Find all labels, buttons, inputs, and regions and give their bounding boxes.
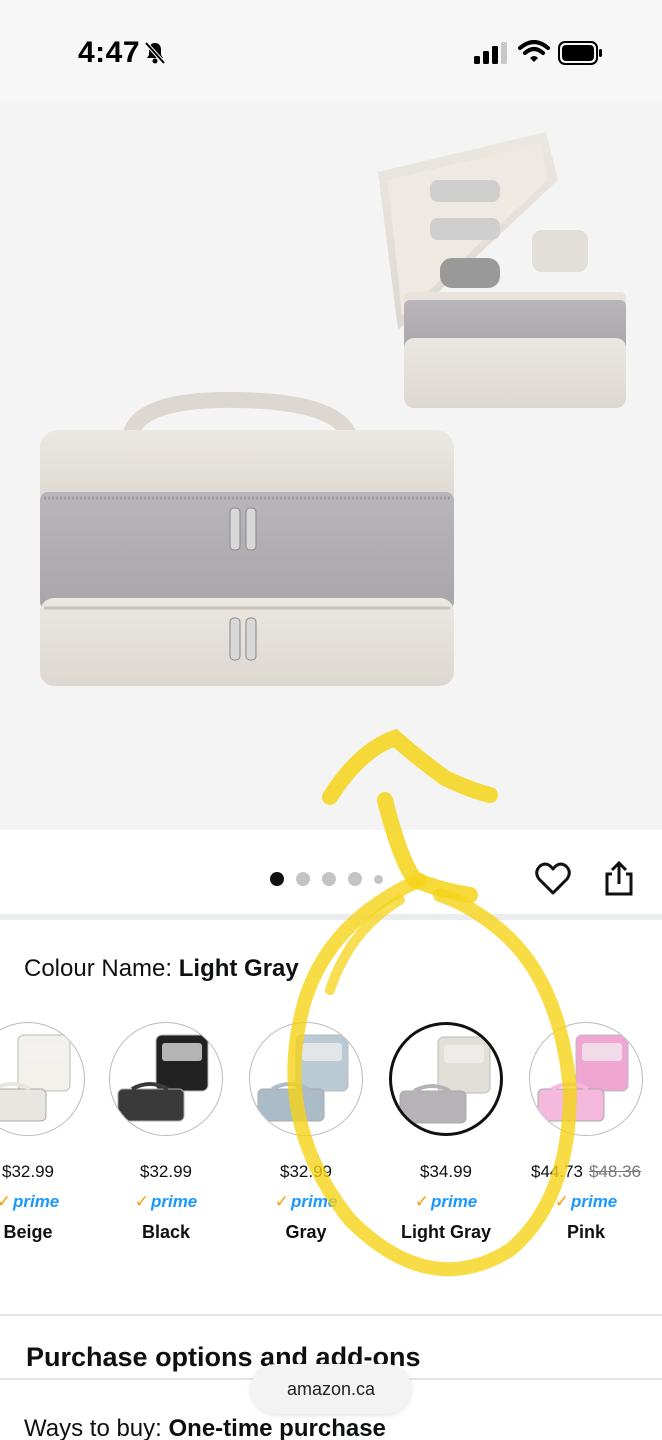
swatch-image[interactable] <box>529 1022 643 1136</box>
colour-swatch-beige[interactable]: $32.99 ✓ prime Beige <box>0 1022 86 1243</box>
old-price-value: $48.36 <box>589 1162 641 1181</box>
prime-check-icon: ✓ <box>414 1192 429 1211</box>
carousel-dot[interactable] <box>270 872 284 886</box>
price-value: $34.99 <box>420 1162 472 1181</box>
prime-check-icon: ✓ <box>0 1192 11 1211</box>
swatch-image[interactable] <box>0 1022 85 1136</box>
prime-badge: ✓ prime <box>248 1192 364 1212</box>
swatch-image[interactable] <box>109 1022 223 1136</box>
ways-to-buy[interactable]: Ways to buy: One-time purchase <box>24 1415 386 1440</box>
heart-icon[interactable] <box>534 860 572 898</box>
section-divider <box>0 1314 662 1316</box>
wifi-icon <box>518 40 550 62</box>
status-bar: 4:47 <box>0 0 662 100</box>
prime-text: prime <box>150 1192 198 1211</box>
price-value: $32.99 <box>280 1162 332 1181</box>
prime-text: prime <box>430 1192 478 1211</box>
prime-badge: ✓ prime <box>528 1192 644 1212</box>
swatch-price: $34.99 <box>388 1162 504 1182</box>
swatch-price: $32.99 <box>108 1162 224 1182</box>
prime-badge: ✓ prime <box>108 1192 224 1212</box>
colour-swatch-light-gray[interactable]: $34.99 ✓ prime Light Gray <box>388 1022 504 1243</box>
status-time: 4:47 <box>78 36 141 69</box>
share-icon[interactable] <box>602 860 636 898</box>
prime-badge: ✓ prime <box>0 1192 86 1212</box>
prime-badge: ✓ prime <box>388 1192 504 1212</box>
swatch-colour-name: Black <box>141 1222 191 1242</box>
prime-check-icon: ✓ <box>274 1192 289 1211</box>
swatch-colour-name: Pink <box>566 1222 605 1242</box>
prime-check-icon: ✓ <box>134 1192 149 1211</box>
cellular-signal-icon <box>474 42 507 64</box>
carousel-dot[interactable] <box>374 874 383 884</box>
carousel-dot[interactable] <box>322 872 336 886</box>
carousel-dot[interactable] <box>348 872 362 886</box>
swatch-colour-name: Light Gray <box>400 1222 491 1242</box>
swatch-image[interactable] <box>389 1022 503 1136</box>
price-value: $32.99 <box>140 1162 192 1181</box>
prime-check-icon: ✓ <box>554 1192 569 1211</box>
price-value: $44.73 <box>531 1162 583 1181</box>
prime-text: prime <box>290 1192 338 1211</box>
selected-colour: Light Gray <box>178 955 299 982</box>
colour-swatch-gray[interactable]: $32.99 ✓ prime Gray <box>248 1022 364 1243</box>
bell-muted-icon <box>144 41 166 65</box>
gallery-actions-bar <box>0 830 662 920</box>
swatch-price: $32.99 <box>248 1162 364 1182</box>
swatch-colour-name: Beige <box>3 1222 53 1242</box>
swatch-colour-name: Gray <box>285 1222 327 1242</box>
carousel-dots[interactable] <box>270 872 383 886</box>
url-bar[interactable]: amazon.ca <box>251 1364 411 1414</box>
price-value: $32.99 <box>2 1162 54 1181</box>
carousel-dot[interactable] <box>296 872 310 886</box>
battery-icon <box>558 41 602 65</box>
product-image <box>40 132 626 686</box>
swatch-image[interactable] <box>249 1022 363 1136</box>
swatch-price: $32.99 <box>0 1162 86 1182</box>
prime-text: prime <box>570 1192 618 1211</box>
colour-swatch-black[interactable]: $32.99 ✓ prime Black <box>108 1022 224 1243</box>
swatch-price: $44.73 $48.36 <box>528 1162 644 1182</box>
colour-name-label: Colour Name: Light Gray <box>24 955 299 982</box>
product-image-carousel[interactable] <box>0 100 662 830</box>
colour-swatch-pink[interactable]: $44.73 $48.36 ✓ prime Pink <box>528 1022 644 1243</box>
prime-text: prime <box>12 1192 60 1211</box>
